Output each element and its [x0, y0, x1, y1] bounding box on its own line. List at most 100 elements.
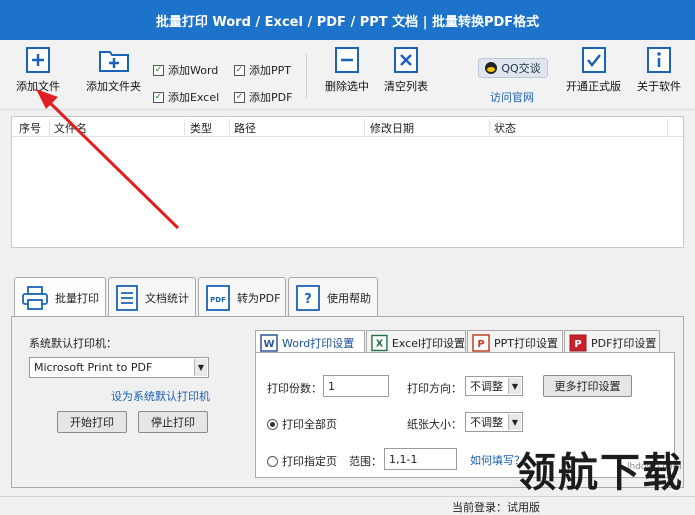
stop-print-button[interactable]: 停止打印: [138, 411, 208, 433]
tab-word-settings-label: Word打印设置: [282, 337, 355, 350]
add-pdf-checkbox[interactable]: ✓ 添加PDF: [234, 89, 292, 105]
column-header-status[interactable]: 状态: [494, 120, 516, 136]
add-excel-label: 添加Excel: [168, 91, 220, 104]
chevron-down-icon: ▼: [508, 414, 521, 430]
delete-selected-button[interactable]: 删除选中: [325, 46, 369, 94]
column-header-type[interactable]: 类型: [190, 120, 212, 136]
svg-text:W: W: [263, 339, 274, 350]
remove-file-icon: [335, 47, 359, 73]
word-icon: W: [260, 334, 278, 352]
tab-pdf-settings-label: PDF打印设置: [591, 336, 657, 350]
orientation-select[interactable]: 不调整 ▼: [465, 376, 523, 396]
set-default-printer-link[interactable]: 设为系统默认打印机: [111, 388, 210, 404]
toolbar-divider: [306, 54, 307, 98]
printer-select[interactable]: Microsoft Print to PDF ▼: [29, 357, 209, 378]
chevron-down-icon: ▼: [194, 359, 207, 376]
svg-text:P: P: [574, 339, 581, 350]
tab-convert-pdf-label: 转为PDF: [237, 291, 281, 305]
orientation-label: 打印方向：: [407, 382, 462, 395]
tab-excel-settings[interactable]: X Excel打印设置: [366, 330, 466, 354]
status-bar: 当前登录：试用版: [0, 496, 695, 514]
checkbox-checked-icon: ✓: [153, 64, 164, 76]
qq-penguin-icon: [485, 62, 498, 74]
tab-doc-stats-label: 文档统计: [145, 291, 189, 305]
orientation-select-value: 不调整: [470, 380, 503, 393]
excel-icon: X: [371, 334, 388, 351]
visit-website-link[interactable]: 访问官网: [490, 89, 534, 105]
ppt-icon: P: [472, 333, 490, 352]
tab-excel-settings-label: Excel打印设置: [391, 336, 465, 350]
activate-label: 开通正式版: [566, 80, 621, 93]
print-all-pages-radio[interactable]: 打印全部页: [267, 416, 337, 432]
delete-selected-label: 删除选中: [325, 80, 369, 93]
paper-size-label: 纸张大小：: [407, 418, 462, 431]
add-folder-label: 添加文件夹: [86, 80, 141, 93]
help-icon: ?: [296, 284, 320, 311]
watermark-logo: 领航下载: [516, 449, 684, 496]
add-file-label: 添加文件: [16, 80, 60, 93]
paper-size-select-value: 不调整: [470, 416, 503, 429]
toolbar: 添加文件 添加文件夹 ✓ 添加Word ✓ 添加Excel ✓ 添加PPT ✓ …: [0, 40, 695, 110]
chevron-down-icon: ▼: [508, 378, 521, 394]
login-status: 当前登录：试用版: [452, 501, 540, 514]
pdf-icon: PDF: [206, 284, 230, 311]
column-divider: [667, 119, 668, 135]
tab-pdf-settings[interactable]: P PDF打印设置: [564, 330, 660, 354]
add-file-button[interactable]: 添加文件: [16, 46, 60, 94]
add-folder-button[interactable]: 添加文件夹: [86, 46, 141, 94]
printer-select-value: Microsoft Print to PDF: [34, 361, 153, 374]
add-file-icon: [26, 47, 50, 73]
paper-size-select[interactable]: 不调整 ▼: [465, 412, 523, 432]
printer-icon: [22, 286, 48, 310]
svg-text:X: X: [376, 338, 384, 349]
checkbox-checked-icon: ✓: [234, 64, 245, 76]
checkmark-document-icon: [581, 47, 606, 73]
radio-selected-icon: [267, 418, 278, 430]
tab-batch-print[interactable]: 批量打印: [14, 277, 106, 318]
add-word-checkbox[interactable]: ✓ 添加Word: [153, 62, 218, 78]
clear-list-button[interactable]: 清空列表: [384, 46, 428, 94]
copies-label: 打印份数：: [267, 382, 322, 395]
tab-convert-pdf[interactable]: PDF 转为PDF: [198, 277, 286, 317]
svg-text:P: P: [477, 339, 484, 350]
info-icon: [647, 47, 671, 73]
tab-batch-print-label: 批量打印: [55, 292, 99, 305]
file-list-header: 序号 文件名 类型 路径 修改日期 状态: [12, 117, 683, 137]
start-print-button[interactable]: 开始打印: [57, 411, 127, 433]
svg-text:?: ?: [304, 292, 312, 307]
tab-doc-stats[interactable]: 文档统计: [108, 277, 196, 317]
activate-full-version-button[interactable]: 开通正式版: [566, 46, 621, 94]
more-print-settings-button[interactable]: 更多打印设置: [543, 375, 632, 397]
column-divider: [49, 119, 50, 135]
checkbox-checked-icon: ✓: [234, 91, 245, 103]
add-ppt-checkbox[interactable]: ✓ 添加PPT: [234, 62, 291, 78]
column-divider: [364, 119, 365, 135]
tab-help[interactable]: ? 使用帮助: [288, 277, 378, 317]
qq-chat-button[interactable]: QQ交谈: [478, 58, 548, 78]
tab-ppt-settings[interactable]: P PPT打印设置: [467, 330, 563, 354]
clear-list-icon: [394, 47, 418, 73]
about-button[interactable]: 关于软件: [637, 46, 681, 94]
file-list-table[interactable]: 序号 文件名 类型 路径 修改日期 状态: [11, 116, 684, 248]
pdf-file-icon: P: [569, 334, 587, 351]
column-header-modified[interactable]: 修改日期: [370, 120, 414, 136]
print-all-pages-label: 打印全部页: [282, 418, 337, 431]
print-range-label: 打印指定页: [282, 455, 337, 468]
column-divider: [229, 119, 230, 135]
checkbox-checked-icon: ✓: [153, 91, 164, 103]
print-range-radio[interactable]: 打印指定页: [267, 453, 337, 469]
add-word-label: 添加Word: [168, 64, 219, 77]
add-pdf-label: 添加PDF: [249, 91, 293, 104]
column-header-index[interactable]: 序号: [19, 120, 41, 136]
column-header-path[interactable]: 路径: [234, 120, 256, 136]
add-excel-checkbox[interactable]: ✓ 添加Excel: [153, 89, 219, 105]
add-ppt-label: 添加PPT: [249, 64, 291, 77]
range-input[interactable]: 1,1-1: [384, 448, 457, 470]
column-header-filename[interactable]: 文件名: [54, 120, 87, 136]
copies-input[interactable]: 1: [323, 375, 389, 397]
qq-chat-label: QQ交谈: [501, 62, 541, 75]
column-divider: [489, 119, 490, 135]
svg-text:PDF: PDF: [210, 296, 226, 304]
window-title: 批量打印 Word / Excel / PDF / PPT 文档 | 批量转换P…: [0, 0, 695, 40]
radio-unselected-icon: [267, 455, 278, 467]
